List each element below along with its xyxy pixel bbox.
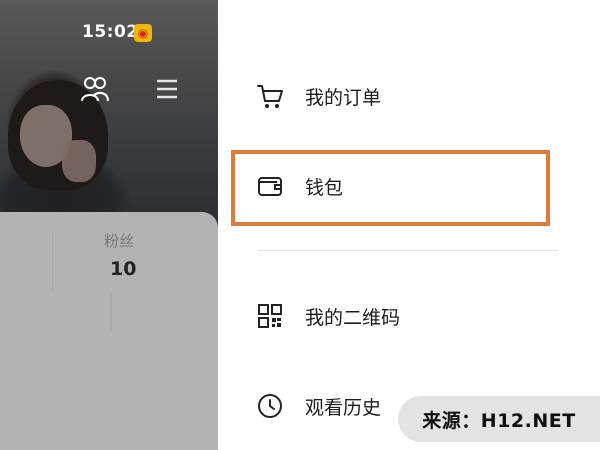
photo-hand — [62, 140, 96, 182]
drawer-item-label: 我的订单 — [305, 86, 382, 109]
drawer-item-label: 我的二维码 — [305, 306, 401, 329]
menu-icon[interactable] — [155, 78, 179, 100]
qr-code-icon — [258, 304, 282, 328]
friends-icon[interactable] — [80, 75, 110, 103]
drawer-item-my-qr-code[interactable]: 我的二维码 — [218, 276, 600, 356]
shopping-cart-icon — [257, 85, 283, 108]
status-time: 15:02 — [82, 22, 139, 42]
clock-icon — [258, 394, 282, 418]
stats-faint-divider — [110, 292, 112, 332]
source-watermark: 来源：H12.NET — [398, 396, 600, 442]
fans-label: 粉丝 — [104, 232, 135, 250]
weibo-icon: ◉ — [134, 24, 152, 42]
wallet-highlight-annotation — [231, 150, 550, 226]
drawer-item-my-orders[interactable]: 我的订单 — [218, 56, 600, 136]
fans-count[interactable]: 10 — [110, 258, 136, 280]
stats-divider — [52, 232, 53, 292]
profile-background: 15:02 ◉ 粉丝 10 — [0, 0, 218, 450]
drawer-item-label: 观看历史 — [305, 396, 382, 419]
profile-stats-card: 粉丝 10 — [0, 212, 218, 450]
drawer-section-divider — [258, 250, 558, 251]
